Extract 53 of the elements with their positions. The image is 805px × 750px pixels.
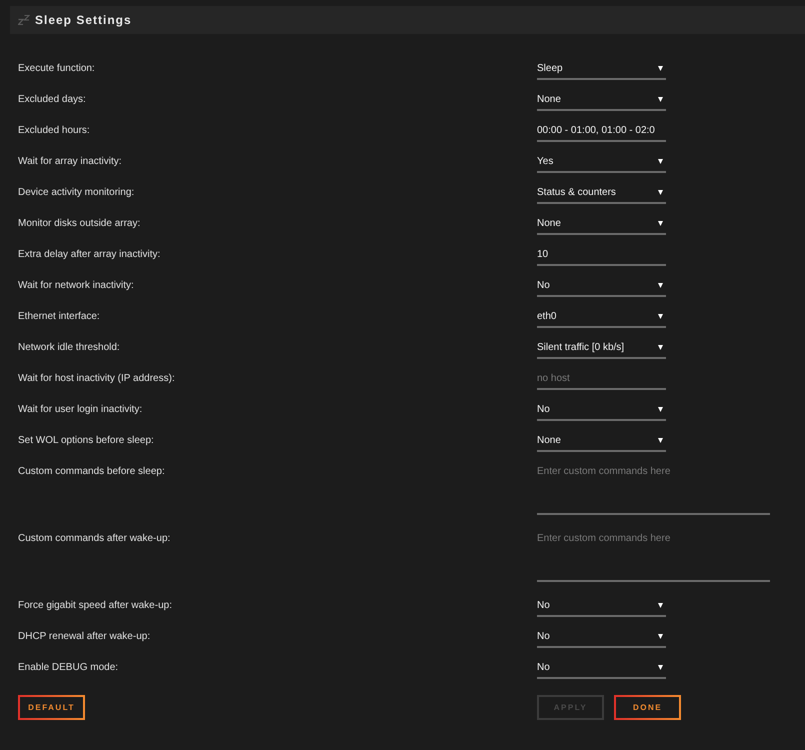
dropdown[interactable]: No bbox=[537, 276, 666, 297]
dropdown[interactable]: eth0 bbox=[537, 307, 666, 328]
text-field[interactable]: no host bbox=[537, 369, 666, 390]
window-title: Sleep Settings bbox=[35, 13, 132, 27]
setting-label: Enable DEBUG mode: bbox=[18, 661, 120, 675]
setting-label: Extra delay after array inactivity: bbox=[18, 248, 162, 262]
dropdown[interactable]: Silent traffic [0 kb/s] bbox=[537, 338, 666, 359]
setting-label: Custom commands after wake-up: bbox=[18, 532, 172, 546]
setting-label: Wait for array inactivity: bbox=[18, 155, 123, 169]
dropdown[interactable]: No bbox=[537, 627, 666, 648]
sleep-icon bbox=[18, 15, 30, 25]
dropdown[interactable]: None bbox=[537, 214, 666, 235]
commands-field[interactable]: Enter custom commands here bbox=[537, 462, 770, 515]
setting-label: Ethernet interface: bbox=[18, 310, 101, 324]
caret-icon bbox=[658, 603, 663, 608]
text-field[interactable]: 00:00 - 01:00, 01:00 - 02:0 bbox=[537, 121, 666, 142]
caret-icon bbox=[658, 314, 663, 319]
dropdown[interactable]: Yes bbox=[537, 152, 666, 173]
done-button[interactable]: DONE bbox=[614, 695, 681, 720]
caret-icon bbox=[658, 221, 663, 226]
setting-label: Execute function: bbox=[18, 62, 96, 76]
setting-label: Wait for host inactivity (IP address): bbox=[18, 372, 176, 386]
setting-label: Network idle threshold: bbox=[18, 341, 121, 355]
setting-label: Set WOL options before sleep: bbox=[18, 434, 155, 448]
dropdown[interactable]: Status & counters bbox=[537, 183, 666, 204]
dropdown[interactable]: None bbox=[537, 90, 666, 111]
caret-icon bbox=[658, 190, 663, 195]
dropdown[interactable]: No bbox=[537, 658, 666, 679]
commands-field[interactable]: Enter custom commands here bbox=[537, 529, 770, 582]
caret-icon bbox=[658, 407, 663, 412]
setting-label: Wait for network inactivity: bbox=[18, 279, 135, 293]
setting-label: Custom commands before sleep: bbox=[18, 465, 166, 479]
dropdown[interactable]: None bbox=[537, 431, 666, 452]
caret-icon bbox=[658, 283, 663, 288]
setting-label: Monitor disks outside array: bbox=[18, 217, 142, 231]
default-button[interactable]: DEFAULT bbox=[18, 695, 85, 720]
caret-icon bbox=[658, 345, 663, 350]
setting-label: Excluded days: bbox=[18, 93, 87, 107]
caret-icon bbox=[658, 438, 663, 443]
dropdown[interactable]: Sleep bbox=[537, 59, 666, 80]
setting-label: DHCP renewal after wake-up: bbox=[18, 630, 152, 644]
caret-icon bbox=[658, 665, 663, 670]
setting-label: Force gigabit speed after wake-up: bbox=[18, 599, 173, 613]
caret-icon bbox=[658, 159, 663, 164]
setting-label: Wait for user login inactivity: bbox=[18, 403, 144, 417]
caret-icon bbox=[658, 634, 663, 639]
setting-label: Excluded hours: bbox=[18, 124, 91, 138]
caret-icon bbox=[658, 97, 663, 102]
text-field[interactable]: 10 bbox=[537, 245, 666, 266]
dropdown[interactable]: No bbox=[537, 596, 666, 617]
caret-icon bbox=[658, 66, 663, 71]
dropdown[interactable]: No bbox=[537, 400, 666, 421]
setting-label: Device activity monitoring: bbox=[18, 186, 136, 200]
